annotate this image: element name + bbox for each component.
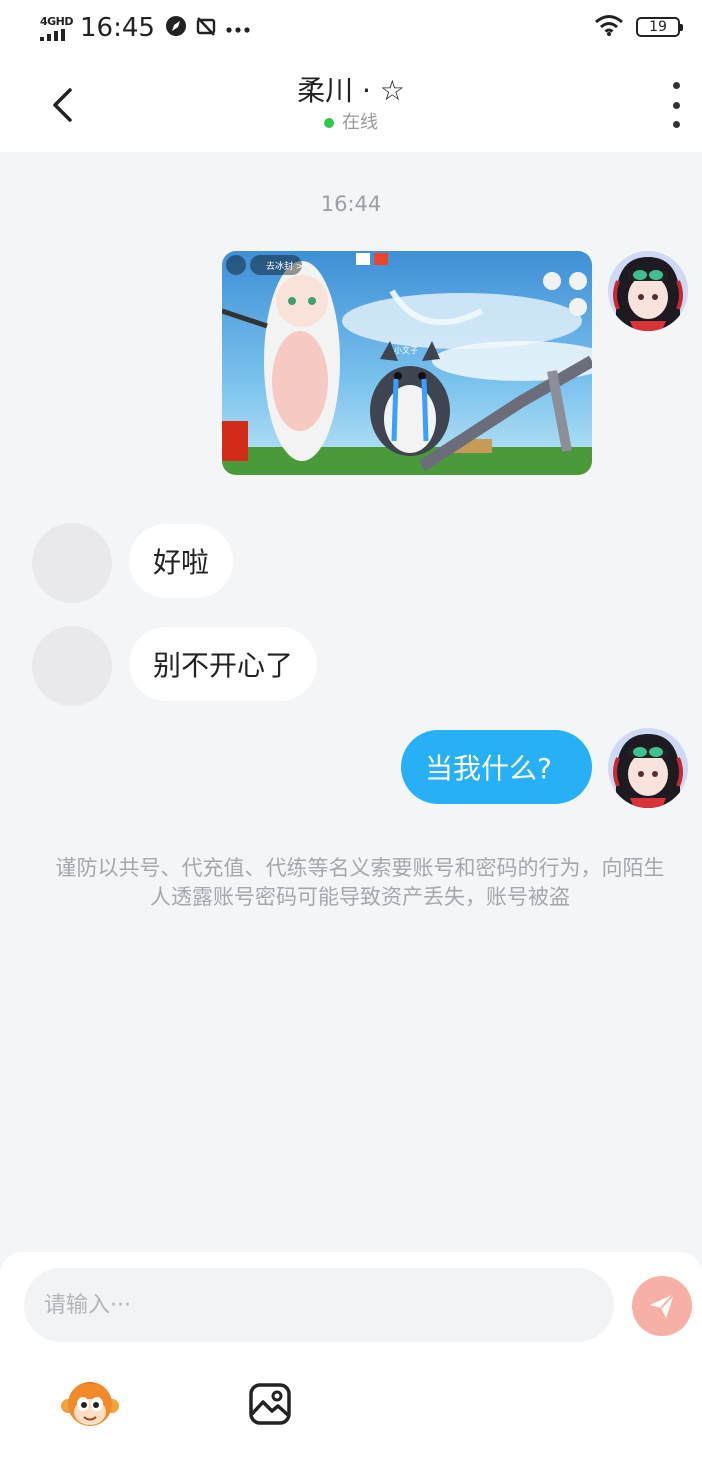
contact-avatar[interactable] (32, 523, 112, 603)
incoming-message-bubble[interactable]: 好啦 (129, 524, 234, 598)
input-panel (0, 1252, 702, 1459)
message-text: 好啦 (153, 546, 210, 579)
message-text: 当我什么? (425, 752, 552, 785)
message-timestamp: 16:44 (320, 192, 382, 216)
contact-avatar[interactable] (32, 626, 112, 706)
online-status-label: 在线 (342, 112, 378, 133)
online-dot-icon (324, 118, 334, 128)
more-notifications-icon (225, 19, 251, 38)
more-options-button[interactable] (664, 82, 688, 128)
clock: 16:45 (80, 13, 155, 43)
message-text: 别不开心了 (153, 649, 294, 682)
cellular-signal-icon: 4GHD (40, 14, 74, 41)
paper-plane-icon (650, 1293, 675, 1318)
navigation-icon (165, 15, 187, 41)
my-avatar[interactable] (608, 251, 688, 331)
online-status: 在线 (0, 110, 702, 136)
wifi-icon (594, 14, 624, 40)
monkey-emoji-icon (61, 1382, 119, 1426)
outgoing-message-bubble[interactable]: 当我什么? (401, 730, 592, 804)
network-type: 4GHD (40, 14, 74, 28)
image-caption-name: 小文子 (394, 345, 418, 355)
image-picker-button[interactable] (240, 1374, 300, 1434)
status-bar: 4GHD 16:45 19 (0, 0, 702, 58)
chat-header: 柔川 · ☆ 在线 (0, 58, 702, 152)
battery-level: 19 (649, 19, 667, 35)
incoming-message-bubble[interactable]: 别不开心了 (129, 627, 318, 701)
my-avatar[interactable] (608, 728, 688, 808)
security-notice: 谨防以共号、代充值、代练等名义索要账号和密码的行为，向陌生人透露账号密码可能导致… (55, 856, 665, 909)
message-input[interactable] (24, 1268, 614, 1342)
image-picker-icon (249, 1383, 291, 1425)
send-button[interactable] (632, 1276, 692, 1336)
emoji-button[interactable] (60, 1374, 120, 1434)
screenshot-off-icon (195, 15, 217, 41)
image-caption-goto: 去冰封 > (266, 260, 303, 272)
contact-name: 柔川 · ☆ (297, 74, 405, 107)
battery-icon: 19 (636, 17, 683, 37)
sent-image-message[interactable]: 去冰封 > 小文子 (222, 251, 592, 475)
